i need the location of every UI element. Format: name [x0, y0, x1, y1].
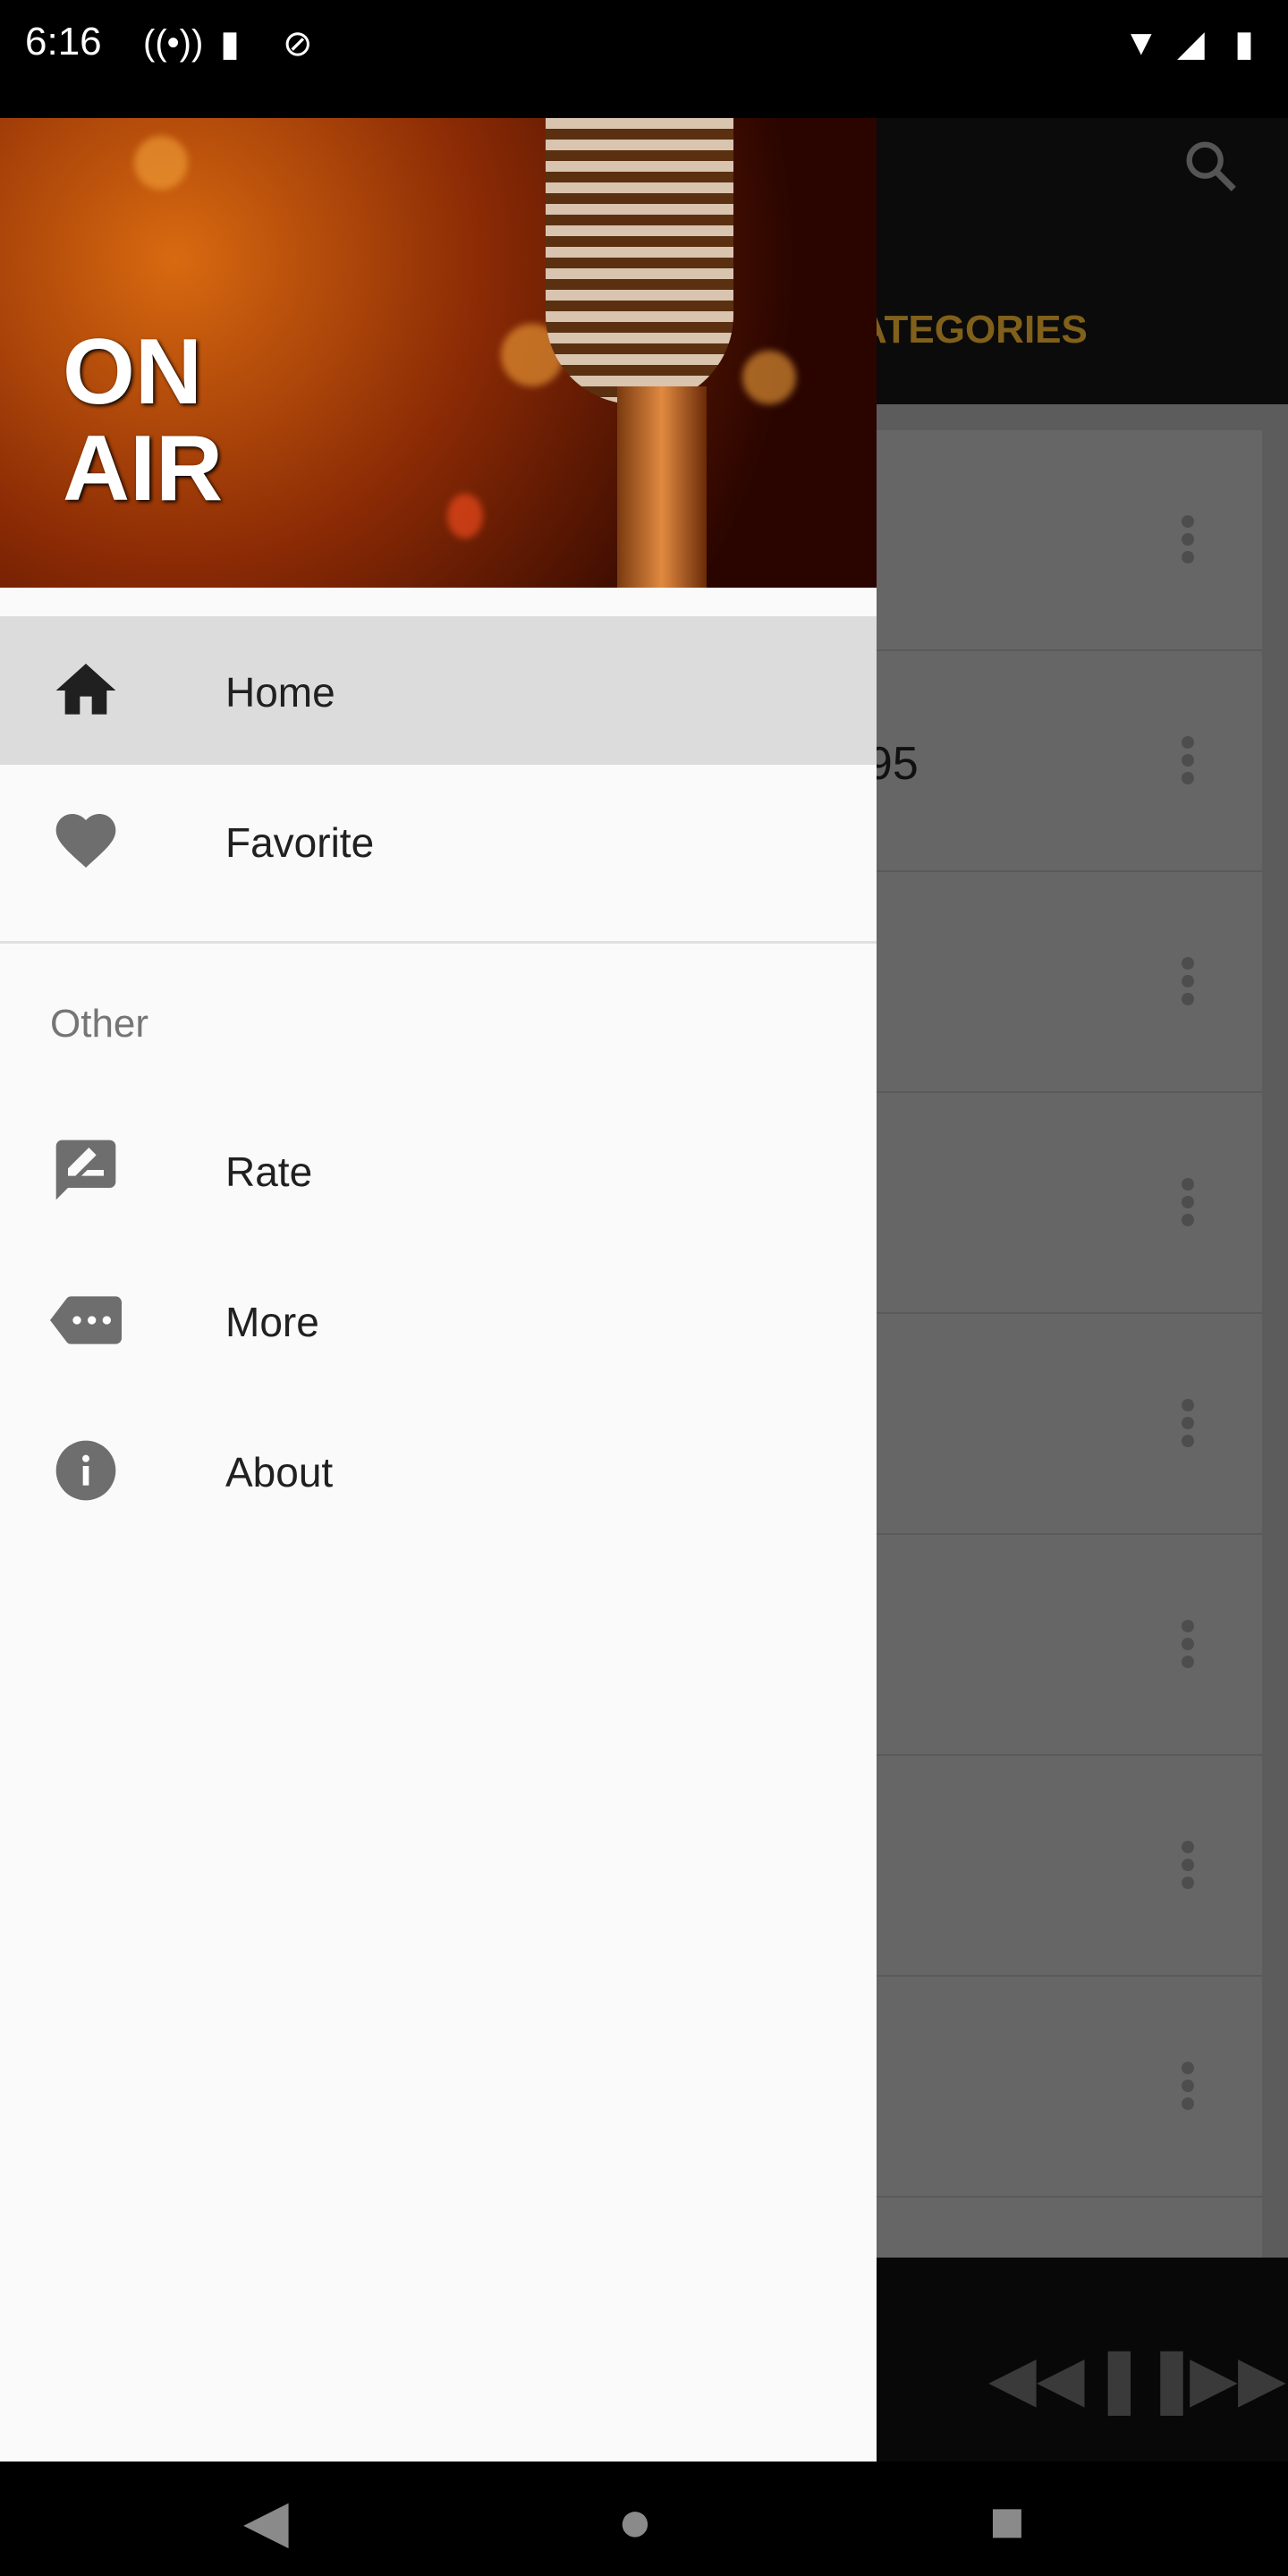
no-disturb-icon: ⊘	[283, 24, 313, 64]
home-icon	[55, 664, 116, 715]
section-title-other: Other	[50, 1002, 149, 1046]
status-bar: 6:16 ((•)) ▮ ⊘ ▼ ◢ ▮	[0, 0, 1288, 118]
more-vert-icon[interactable]	[1179, 1620, 1197, 1674]
hotspot-icon: ((•))	[143, 23, 204, 63]
more-vert-icon[interactable]	[1179, 957, 1197, 1011]
more-tag-icon	[50, 1296, 122, 1344]
wifi-icon: ▼	[1123, 23, 1159, 63]
logo-line-2: AIR	[63, 417, 224, 521]
more-vert-icon[interactable]	[1179, 1841, 1197, 1894]
status-time: 6:16	[25, 20, 102, 64]
divider	[0, 941, 877, 944]
navigation-drawer: ON AIR Home Favorite Other Rate More Abou…	[0, 118, 877, 2462]
drawer-item-label: Home	[225, 669, 335, 716]
drawer-item-about[interactable]: About	[0, 1396, 877, 1545]
rewind-icon[interactable]: ◀◀	[988, 2342, 1085, 2415]
drawer-item-label: Rate	[225, 1148, 313, 1195]
pause-icon[interactable]: ❚❚	[1093, 2342, 1198, 2415]
more-vert-icon[interactable]	[1179, 1399, 1197, 1453]
logo-line-1: ON	[63, 320, 202, 424]
search-icon[interactable]	[1179, 134, 1241, 197]
microphone-stand	[617, 386, 707, 588]
navigation-bar: ◀ ● ■	[0, 2462, 1288, 2576]
more-vert-icon[interactable]	[1179, 736, 1197, 790]
on-air-logo: ON AIR	[63, 324, 223, 517]
drawer-header-image: ON AIR	[0, 118, 877, 588]
info-icon	[55, 1440, 116, 1501]
tab-categories[interactable]: ATEGORIES	[859, 308, 1088, 352]
microphone-image	[546, 118, 733, 404]
back-icon[interactable]: ◀	[243, 2487, 289, 2555]
fast-forward-icon[interactable]: ▶▶	[1190, 2342, 1286, 2415]
sd-card-icon: ▮	[220, 24, 241, 64]
more-vert-icon[interactable]	[1179, 2062, 1197, 2115]
drawer-item-label: About	[225, 1449, 334, 1496]
signal-icon: ◢	[1177, 24, 1205, 64]
drawer-item-more[interactable]: More	[0, 1246, 877, 1394]
more-vert-icon[interactable]	[1179, 515, 1197, 569]
drawer-item-label: More	[225, 1299, 319, 1345]
drawer-item-rate[interactable]: Rate	[0, 1096, 877, 1244]
battery-icon: ▮	[1234, 24, 1255, 64]
drawer-item-label: Favorite	[225, 819, 375, 866]
rate-review-icon	[55, 1140, 116, 1200]
drawer-item-home[interactable]: Home	[0, 616, 877, 765]
drawer-item-favorite[interactable]: Favorite	[0, 767, 877, 915]
home-nav-icon[interactable]: ●	[617, 2487, 653, 2555]
more-vert-icon[interactable]	[1179, 1178, 1197, 1232]
recents-icon[interactable]: ■	[989, 2487, 1025, 2555]
heart-icon	[55, 814, 116, 868]
